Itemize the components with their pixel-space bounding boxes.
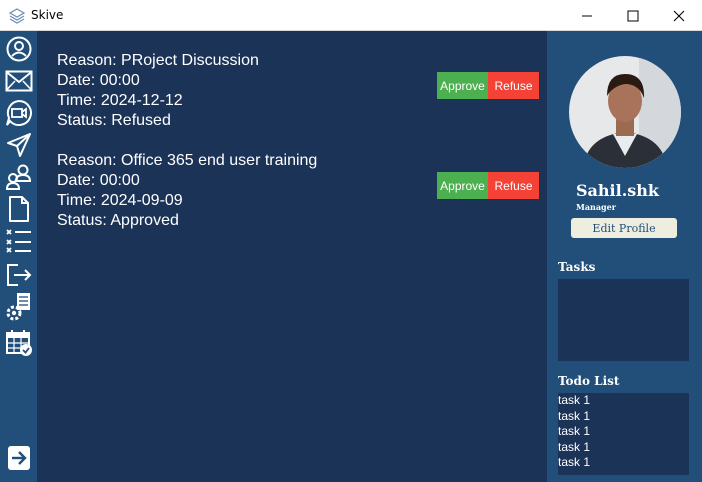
logout-icon[interactable] — [5, 261, 33, 289]
request-item: Reason: Office 365 end user training Dat… — [57, 151, 317, 231]
avatar — [569, 56, 681, 168]
profile-panel: Sahil.shk Manager Edit Profile Tasks Tod… — [547, 31, 702, 482]
tasks-box — [558, 279, 689, 361]
minimize-icon — [582, 15, 592, 16]
request-reason: Reason: PRoject Discussion — [57, 52, 259, 69]
send-icon[interactable] — [5, 131, 33, 159]
window-title: Skive — [31, 8, 64, 22]
request-item: Reason: PRoject Discussion Date: 00:00 T… — [57, 51, 259, 131]
todo-list: task 1 task 1 task 1 task 1 task 1 — [558, 393, 689, 475]
approve-button[interactable]: Approve — [437, 172, 488, 199]
todo-item[interactable]: task 1 — [558, 455, 689, 471]
maximize-button[interactable] — [610, 0, 656, 31]
todo-label: Todo List — [558, 374, 620, 388]
request-date: Date: 00:00 — [57, 172, 140, 189]
title-bar: Skive — [0, 0, 702, 31]
arrow-right-icon[interactable] — [5, 444, 33, 472]
request-status: Status: Approved — [57, 212, 179, 229]
refuse-button[interactable]: Refuse — [488, 72, 539, 99]
video-call-icon[interactable] — [5, 99, 33, 127]
document-icon[interactable] — [5, 195, 33, 223]
close-icon — [673, 10, 685, 21]
request-time: Time: 2024-09-09 — [57, 192, 183, 209]
users-icon[interactable] — [5, 163, 33, 191]
profile-icon[interactable] — [5, 35, 33, 63]
todo-item[interactable]: task 1 — [558, 409, 689, 425]
tasks-label: Tasks — [558, 260, 596, 274]
todo-item[interactable]: task 1 — [558, 440, 689, 456]
user-role: Manager — [576, 202, 616, 212]
requests-panel: Reason: PRoject Discussion Date: 00:00 T… — [37, 31, 547, 482]
edit-profile-button[interactable]: Edit Profile — [571, 218, 677, 238]
maximize-icon — [627, 10, 639, 21]
checklist-icon[interactable] — [5, 227, 33, 255]
minimize-button[interactable] — [564, 0, 610, 31]
request-time: Time: 2024-12-12 — [57, 92, 183, 109]
close-button[interactable] — [656, 0, 702, 31]
sidebar — [0, 31, 37, 482]
user-name: Sahil.shk — [576, 181, 660, 200]
request-status: Status: Refused — [57, 112, 171, 129]
refuse-button[interactable]: Refuse — [488, 172, 539, 199]
todo-item[interactable]: task 1 — [558, 424, 689, 440]
request-reason: Reason: Office 365 end user training — [57, 152, 318, 169]
approve-button[interactable]: Approve — [437, 72, 488, 99]
todo-item[interactable]: task 1 — [558, 393, 689, 409]
mail-icon[interactable] — [5, 67, 33, 95]
request-date: Date: 00:00 — [57, 72, 140, 89]
calendar-check-icon[interactable] — [5, 329, 33, 357]
app-logo-icon — [9, 8, 25, 24]
settings-report-icon[interactable] — [5, 293, 33, 321]
